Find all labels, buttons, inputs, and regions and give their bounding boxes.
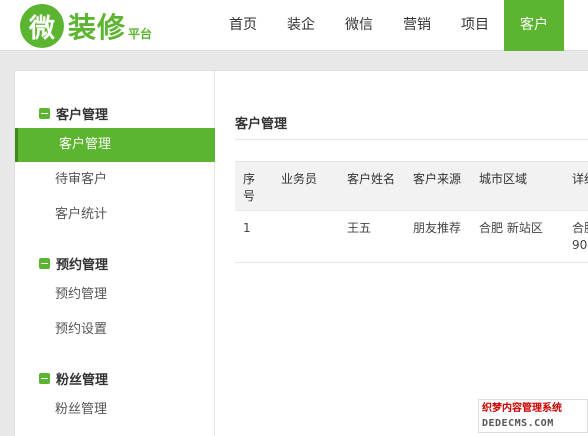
collapse-minus-icon[interactable] — [39, 107, 50, 119]
brand-logo[interactable]: 微 装修 平台 — [20, 4, 152, 48]
collapse-minus-icon[interactable] — [39, 257, 50, 269]
logo-title: 装修 — [68, 11, 127, 44]
sidebar: 客户管理 客户管理 待审客户 客户统计 预约管理 预约管理 预约设置 粉丝管理 … — [15, 71, 215, 436]
nav-item-companies[interactable]: 装企 — [272, 0, 330, 51]
sidebar-group-customer[interactable]: 客户管理 — [39, 103, 108, 123]
col-header-source: 客户来源 — [413, 172, 462, 186]
table-row[interactable]: 1 王五 朋友推荐 合肥 新站区 合肥904 — [235, 211, 588, 263]
watermark-line2: DEDECMS.COM — [482, 418, 554, 429]
nav-item-marketing[interactable]: 营销 — [388, 0, 446, 51]
nav-item-projects[interactable]: 项目 — [446, 0, 504, 51]
cell-customer-name: 王五 — [347, 221, 372, 235]
title-divider — [235, 139, 588, 140]
sidebar-group-label: 粉丝管理 — [56, 372, 109, 388]
sidebar-item-customer-stats[interactable]: 客户统计 — [15, 198, 215, 232]
watermark-line1: 织梦内容管理系统 — [482, 403, 562, 414]
cell-city-area: 合肥 新站区 — [479, 221, 543, 235]
sidebar-item-appointment-management[interactable]: 预约管理 — [15, 278, 215, 312]
col-header-detail: 详细 — [572, 172, 588, 186]
nav-item-home[interactable]: 首页 — [214, 0, 272, 51]
cell-index: 1 — [243, 221, 251, 235]
sidebar-group-fans[interactable]: 粉丝管理 — [39, 368, 108, 388]
sidebar-item-fans-management[interactable]: 粉丝管理 — [15, 393, 215, 427]
sidebar-item-pending-customers[interactable]: 待审客户 — [15, 163, 215, 197]
cell-source: 朋友推荐 — [413, 221, 462, 235]
page-title: 客户管理 — [235, 117, 288, 132]
watermark: 织梦内容管理系统 DEDECMS.COM — [478, 399, 588, 433]
nav-item-customers[interactable]: 客户 — [504, 0, 564, 51]
main-panel: 客户管理 客户管理 待审客户 客户统计 预约管理 预约管理 预约设置 粉丝管理 … — [14, 70, 588, 436]
sidebar-item-customer-management[interactable]: 客户管理 — [15, 128, 215, 162]
sidebar-group-label: 预约管理 — [56, 257, 109, 273]
sidebar-group-appointment[interactable]: 预约管理 — [39, 253, 108, 273]
collapse-minus-icon[interactable] — [39, 372, 50, 384]
col-header-customer-name: 客户姓名 — [347, 172, 396, 186]
table-header: 序号 业务员 客户姓名 客户来源 城市区域 详细 — [235, 161, 588, 211]
col-header-index: 序号 — [243, 172, 256, 203]
nav-item-wechat[interactable]: 微信 — [330, 0, 388, 51]
cell-detail: 合肥904 — [572, 221, 588, 252]
sidebar-item-appointment-settings[interactable]: 预约设置 — [15, 313, 215, 347]
col-header-city-area: 城市区域 — [479, 172, 528, 186]
top-header: 微 装修 平台 首页 装企 微信 营销 项目 客户 — [0, 0, 588, 51]
main-nav: 首页 装企 微信 营销 项目 客户 — [214, 0, 564, 51]
logo-subtitle: 平台 — [128, 26, 153, 41]
logo-badge: 微 — [20, 4, 64, 48]
sidebar-group-label: 客户管理 — [56, 107, 109, 123]
col-header-salesperson: 业务员 — [281, 172, 318, 186]
